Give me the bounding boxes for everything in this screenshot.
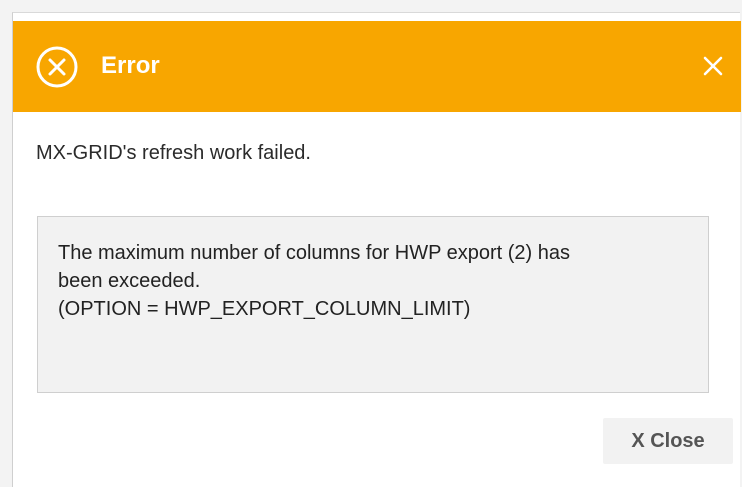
error-circle-x-icon — [35, 45, 79, 89]
error-message: MX-GRID's refresh work failed. — [36, 142, 311, 164]
error-dialog: Error MX-GRID's refresh work failed. The… — [12, 12, 741, 487]
dialog-title: Error — [101, 52, 160, 79]
close-button[interactable]: X Close — [603, 418, 733, 464]
error-detail-box: The maximum number of columns for HWP ex… — [37, 216, 709, 393]
screen: Error MX-GRID's refresh work failed. The… — [0, 0, 742, 487]
error-detail-line: been exceeded. — [58, 270, 201, 292]
error-detail-line: The maximum number of columns for HWP ex… — [58, 242, 571, 264]
dialog-header: Error — [13, 21, 741, 112]
error-detail-line: (OPTION = HWP_EXPORT_COLUMN_LIMIT) — [58, 298, 471, 320]
close-icon[interactable] — [699, 52, 727, 80]
